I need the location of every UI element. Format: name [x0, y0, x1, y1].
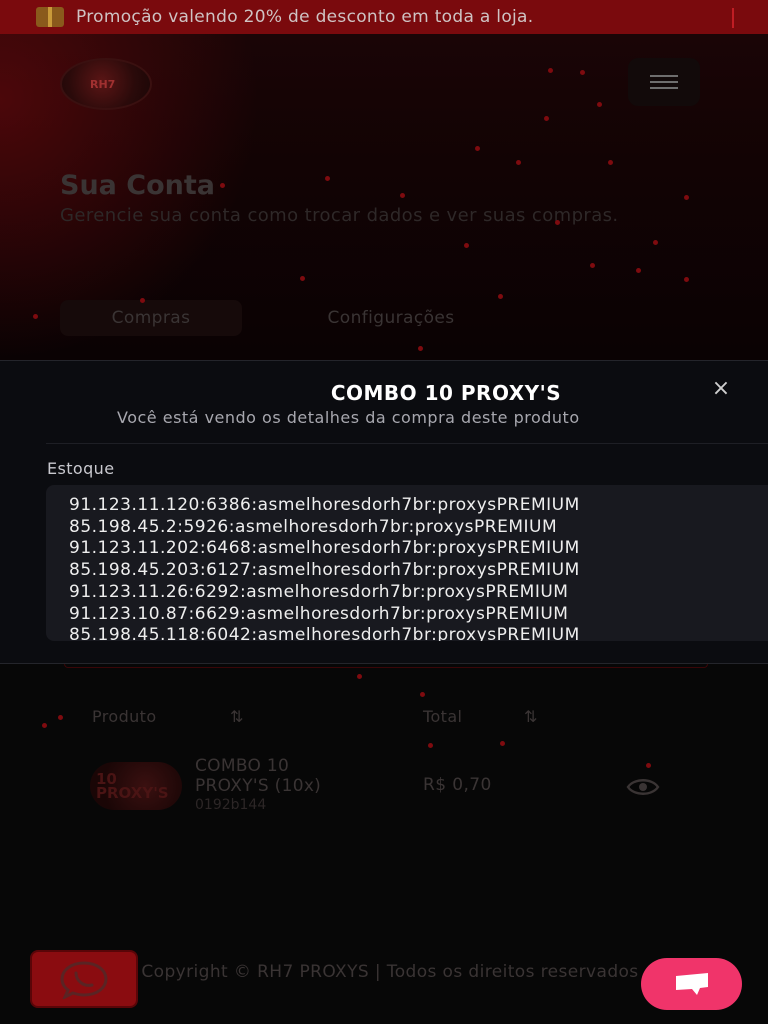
eye-icon[interactable]: [626, 776, 660, 798]
card-edge: [64, 664, 708, 668]
product-name: COMBO 10 PROXY'S (10x): [195, 756, 322, 796]
menu-line-icon: [650, 81, 678, 83]
menu-line-icon: [650, 87, 678, 89]
hamburger-menu-button[interactable]: [628, 58, 700, 106]
menu-line-icon: [650, 75, 678, 77]
stock-line: 91.123.11.202:6468:asmelhoresdorh7br:pro…: [69, 538, 580, 559]
footer-copyright: Copyright © RH7 PROXYS | Todos os direit…: [141, 962, 639, 982]
whatsapp-button[interactable]: [30, 950, 138, 1008]
col-header-total[interactable]: Total: [423, 707, 462, 726]
promo-bar: Promoção valendo 20% de desconto em toda…: [0, 0, 768, 34]
promo-divider: [732, 8, 734, 28]
modal-subtitle: Você está vendo os detalhes da compra de…: [117, 408, 580, 427]
stock-label: Estoque: [47, 459, 115, 478]
stock-line: 91.123.10.87:6629:asmelhoresdorh7br:prox…: [69, 603, 569, 624]
stock-line: 85.198.45.118:6042:asmelhoresdorh7br:pro…: [69, 625, 580, 641]
stock-line: 85.198.45.203:6127:asmelhoresdorh7br:pro…: [69, 560, 580, 581]
modal-divider: [46, 443, 768, 444]
page-title: Sua Conta: [60, 170, 215, 201]
col-header-produto[interactable]: Produto: [92, 707, 157, 726]
chat-bubble-icon: [675, 973, 708, 995]
logo-text: RH7: [90, 78, 116, 91]
tab-configuracoes[interactable]: Configurações: [296, 300, 486, 336]
modal-title: COMBO 10 PROXY'S: [330, 381, 562, 405]
thumbnail-text: 10 PROXY'S: [96, 770, 169, 802]
page-subtitle: Gerencie sua conta como trocar dados e v…: [60, 205, 619, 226]
tab-compras[interactable]: Compras: [60, 300, 242, 336]
stock-textarea[interactable]: 91.123.11.120:6386:asmelhoresdorh7br:pro…: [46, 485, 768, 641]
product-id: 0192b144: [195, 797, 267, 813]
stock-line: 91.123.11.26:6292:asmelhoresdorh7br:prox…: [69, 581, 569, 602]
sort-icon[interactable]: ⇅: [230, 707, 243, 726]
sort-icon[interactable]: ⇅: [524, 707, 537, 726]
whatsapp-icon: [60, 961, 108, 999]
promo-text: Promoção valendo 20% de desconto em toda…: [76, 7, 534, 27]
purchase-details-modal: COMBO 10 PROXY'S Você está vendo os deta…: [0, 360, 768, 664]
close-icon[interactable]: ×: [708, 375, 734, 401]
product-thumbnail: 10 PROXY'S: [90, 762, 182, 810]
product-total: R$ 0,70: [423, 775, 492, 795]
chat-button[interactable]: [641, 958, 742, 1010]
gift-icon: [36, 7, 64, 27]
site-logo[interactable]: RH7: [60, 58, 152, 110]
stock-line: 91.123.11.120:6386:asmelhoresdorh7br:pro…: [69, 495, 580, 515]
stock-line: 85.198.45.2:5926:asmelhoresdorh7br:proxy…: [69, 516, 558, 537]
